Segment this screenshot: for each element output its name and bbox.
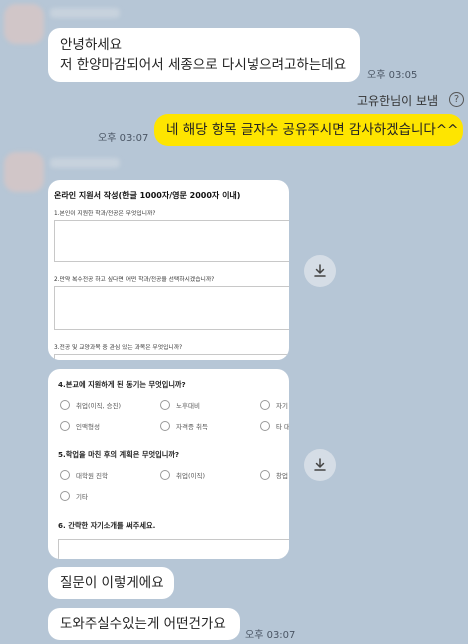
form-answer-box-3 <box>54 354 289 360</box>
form-question-6: 6. 간략한 자기소개를 써주세요. <box>58 521 156 530</box>
option-q4-5: 자격증 취득 <box>160 421 208 431</box>
form-answer-box-6 <box>58 539 289 559</box>
form-question-1: 1.본인이 지원한 학과/전공은 무엇입니까? <box>54 211 156 217</box>
download-button-2[interactable] <box>304 449 336 481</box>
download-icon <box>314 458 326 471</box>
option-q4-4: 인맥형성 <box>60 421 100 431</box>
form-image-2[interactable]: 4.본교에 지원하게 된 동기는 무엇입니까? 취업(이직, 승진) 노후대비 … <box>48 369 289 559</box>
sent-by-note: 고유한님이 보냄 <box>357 94 439 108</box>
option-q4-3: 자기 <box>260 400 288 410</box>
message-greeting[interactable]: 안녕하세요 저 한양마감되어서 세종으로 다시넣으려고하는데요 <box>48 28 360 82</box>
message-time: 오후 03:05 <box>367 70 418 81</box>
sender-avatar[interactable] <box>4 4 44 44</box>
option-q5-1: 대학원 진학 <box>60 470 108 480</box>
message-time: 오후 03:07 <box>245 630 296 641</box>
option-q4-2: 노후대비 <box>160 400 200 410</box>
option-q4-1: 취업(이직, 승진) <box>60 400 121 410</box>
download-button-1[interactable] <box>304 255 336 287</box>
form-answer-box-2 <box>54 286 289 330</box>
option-q4-6: 타 대 <box>260 421 289 431</box>
option-q5-4: 기타 <box>60 491 88 501</box>
message-time: 오후 03:07 <box>98 133 149 144</box>
form-image-1[interactable]: 온라인 지원서 작성(한글 1000자/영문 2000자 이내) 1.본인이 지… <box>48 180 289 360</box>
form-question-2: 2.만약 복수전공 하고 싶다면 어떤 학과/전공을 선택하시겠습니까? <box>54 277 215 283</box>
help-icon[interactable]: ? <box>449 92 464 107</box>
download-icon <box>314 264 326 277</box>
form-question-5: 5.학업을 마친 후의 계획은 무엇입니까? <box>58 450 180 459</box>
sender-name-blurred <box>50 8 120 18</box>
form-title: 온라인 지원서 작성(한글 1000자/영문 2000자 이내) <box>54 191 241 200</box>
option-q5-3: 창업 <box>260 470 288 480</box>
message-help-request[interactable]: 도와주실수있는게 어떤건가요 <box>48 608 240 640</box>
form-answer-box-1 <box>54 220 289 262</box>
sender-name-blurred <box>50 158 120 168</box>
form-question-3: 3.전공 및 교양과목 중 관심 있는 과목은 무엇입니까? <box>54 345 183 351</box>
message-question[interactable]: 질문이 이렇게에요 <box>48 567 174 599</box>
option-q5-2: 취업(이직) <box>160 470 205 480</box>
my-message[interactable]: 네 해당 항목 글자수 공유주시면 감사하겠습니다^^ <box>154 114 463 146</box>
form-question-4: 4.본교에 지원하게 된 동기는 무엇입니까? <box>58 380 186 389</box>
sender-avatar[interactable] <box>4 152 44 192</box>
